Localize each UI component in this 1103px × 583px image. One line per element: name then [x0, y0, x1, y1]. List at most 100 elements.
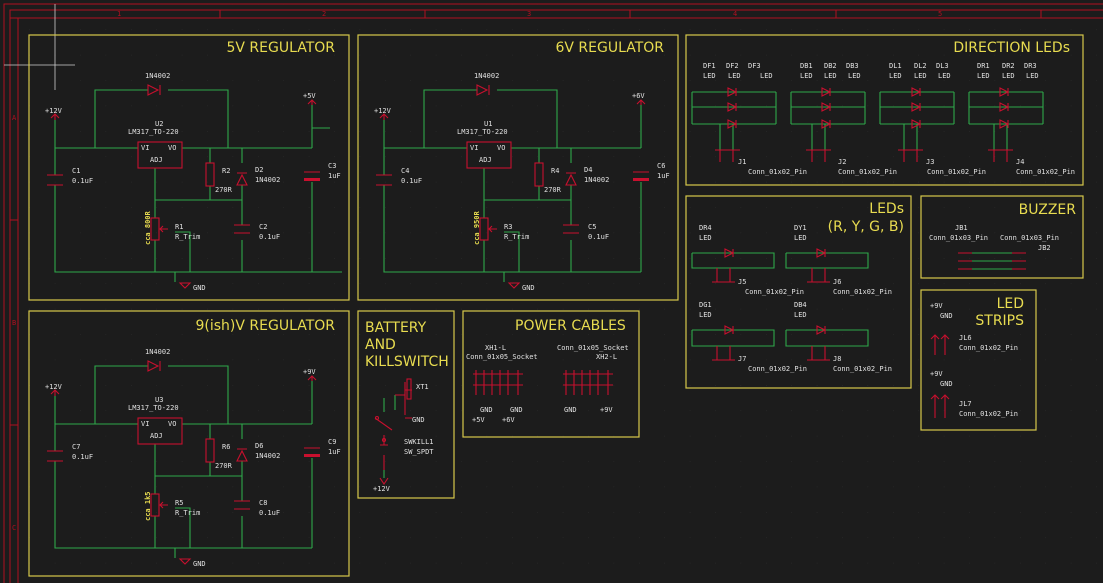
reg-ref: U2 [155, 120, 163, 128]
leds-title-1: LEDs [869, 201, 904, 217]
jb1-value: Conn_01x03_Pin [929, 234, 988, 242]
conn-val: Conn_01x02_Pin [748, 168, 807, 176]
trim-note: cca 950R [473, 210, 481, 245]
cable-label-4: +9V [600, 406, 613, 414]
power-out-label: +5V [303, 92, 316, 100]
battery-gnd: GND [412, 416, 425, 424]
power-in-label: +12V [374, 107, 392, 115]
frame-col-5: 5 [938, 10, 942, 18]
reg-ref: U3 [155, 396, 163, 404]
led-df2: DF2 [726, 62, 739, 70]
led-dg1: DG1 [699, 301, 712, 309]
c2-ref: C2 [259, 223, 267, 231]
reg-value: LM317_TO-220 [128, 128, 179, 136]
led-val: LED [848, 72, 861, 80]
r1-value: R_Trim [504, 233, 529, 241]
reg-vi-pin: VI [141, 420, 149, 428]
battery-title-1: BATTERY [365, 320, 427, 336]
xh2-value: Conn_01x05_Socket [557, 344, 629, 352]
cap-in-ref: C7 [72, 443, 80, 451]
c2-ref: C5 [588, 223, 596, 231]
cable-label-1: GND [480, 406, 493, 414]
trim-note: cca 1k5 [144, 491, 152, 521]
c2-value: 0.1uF [588, 233, 609, 241]
strip2-pwr: +9V [930, 370, 943, 378]
led-dl2: DL2 [914, 62, 927, 70]
cable-label-6: +6V [502, 416, 515, 424]
frame-col-2: 2 [322, 10, 326, 18]
r1-ref: R5 [175, 499, 183, 507]
c2-ref: C8 [259, 499, 267, 507]
xt1-ref: XT1 [416, 383, 429, 391]
led-db3: DB3 [846, 62, 859, 70]
cap-out-value: 1uF [328, 448, 341, 456]
cap-out-ref: C9 [328, 438, 336, 446]
gnd-label: GND [522, 284, 535, 292]
cap-in-ref: C1 [72, 167, 80, 175]
jl6-ref: JL6 [959, 334, 972, 342]
conn-val: Conn_01x02_Pin [745, 288, 804, 296]
led-val: LED [760, 72, 773, 80]
led-dy1: DY1 [794, 224, 807, 232]
block-title: 9(ish)V REGULATOR [196, 318, 336, 334]
jb2-ref: JB2 [1038, 244, 1051, 252]
conn-j7: J7 [738, 355, 746, 363]
led-val: LED [1026, 72, 1039, 80]
reg-ref: U1 [484, 120, 492, 128]
schematic-canvas[interactable]: 1 2 3 4 5 A B C 5V REGULATOR 1N4002 U2 L… [0, 0, 1103, 583]
led-val: LED [800, 72, 813, 80]
led-val: LED [1002, 72, 1015, 80]
switch-ref: SWKILL1 [404, 438, 434, 446]
r2-value: 270R [544, 186, 562, 194]
conn-val: Conn_01x02_Pin [748, 365, 807, 373]
frame-row-b: B [12, 319, 16, 327]
r2-ref: R4 [551, 167, 559, 175]
led-dr3: DR3 [1024, 62, 1037, 70]
led-dl1: DL1 [889, 62, 902, 70]
r1-value: R_Trim [175, 233, 200, 241]
cap-out-value: 1uF [657, 172, 670, 180]
conn-j4: J4 [1016, 158, 1024, 166]
gnd-label: GND [193, 560, 206, 568]
c2-value: 0.1uF [259, 509, 280, 517]
led-db2: DB2 [824, 62, 837, 70]
cap-in-value: 0.1uF [401, 177, 422, 185]
jl7-value: Conn_01x02_Pin [959, 410, 1018, 418]
frame-col-1: 1 [117, 10, 121, 18]
led-dr2: DR2 [1002, 62, 1015, 70]
reg-adj-pin: ADJ [479, 156, 492, 164]
power-in-label: +12V [45, 383, 63, 391]
cap-out-ref: C6 [657, 162, 665, 170]
led-val: LED [699, 234, 712, 242]
d2-value: 1N4002 [255, 452, 280, 460]
led-val: LED [824, 72, 837, 80]
diode-top-label: 1N4002 [145, 348, 170, 356]
r2-value: 270R [215, 186, 233, 194]
r1-value: R_Trim [175, 509, 200, 517]
conn-j2: J2 [838, 158, 846, 166]
strip1-pwr: +9V [930, 302, 943, 310]
conn-j8: J8 [833, 355, 841, 363]
led-dr1: DR1 [977, 62, 990, 70]
reg-vo-pin: VO [168, 420, 176, 428]
led-db1: DB1 [800, 62, 813, 70]
frame-row-c: C [12, 524, 16, 532]
cable-label-2: GND [510, 406, 523, 414]
reg-vi-pin: VI [141, 144, 149, 152]
power-out-label: +6V [632, 92, 645, 100]
c2-value: 0.1uF [259, 233, 280, 241]
reg-vo-pin: VO [168, 144, 176, 152]
d2-ref: D4 [584, 166, 592, 174]
r1-ref: R1 [175, 223, 183, 231]
led-df1: DF1 [703, 62, 716, 70]
xh2-ref: XH2-L [596, 353, 617, 361]
strips-title-2: STRIPS [975, 313, 1024, 329]
d2-ref: D2 [255, 166, 263, 174]
leds-title-2: (R, Y, G, B) [828, 219, 904, 235]
frame-col-3: 3 [527, 10, 531, 18]
xh1-ref: XH1-L [485, 344, 506, 352]
direction-title: DIRECTION LEDs [953, 40, 1070, 56]
led-val: LED [699, 311, 712, 319]
battery-title-2: AND [365, 337, 396, 353]
strip2-gnd: GND [940, 380, 953, 388]
